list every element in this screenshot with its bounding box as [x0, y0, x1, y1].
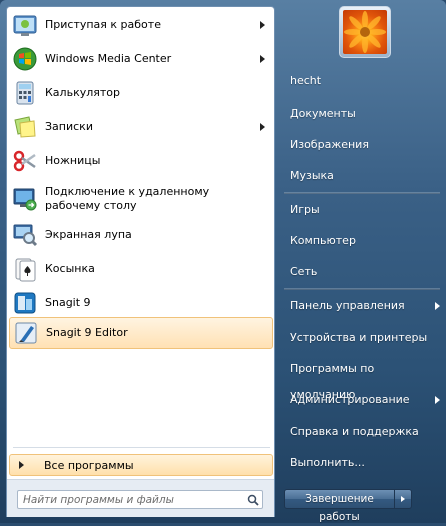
getting-started-icon — [11, 11, 39, 39]
network-link[interactable]: Сеть — [284, 259, 440, 285]
windows-media-center-icon — [11, 45, 39, 73]
submenu-arrow-icon — [260, 123, 265, 131]
search-area — [7, 479, 274, 517]
run-link[interactable]: Выполнить... — [284, 450, 440, 476]
program-label: Snagit 9 Editor — [46, 326, 128, 339]
remote-desktop-icon — [11, 185, 39, 213]
divider — [284, 288, 440, 290]
computer-link[interactable]: Компьютер — [284, 228, 440, 254]
administration-link[interactable]: Администрирование — [284, 387, 440, 413]
program-remote-desktop[interactable]: Подключение к удаленному рабочему столу — [9, 179, 273, 219]
default-programs-link[interactable]: Программы по умолчанию — [284, 356, 440, 401]
submenu-arrow-icon — [260, 55, 265, 63]
arrow-right-icon — [19, 461, 24, 469]
search-box[interactable] — [17, 490, 263, 509]
calculator-icon — [11, 79, 39, 107]
control-panel-label: Панель управления — [290, 299, 405, 312]
search-input[interactable] — [18, 493, 244, 506]
control-panel-link[interactable]: Панель управления — [284, 293, 440, 319]
sticky-notes-icon — [11, 113, 39, 141]
program-label: Ножницы — [45, 154, 101, 167]
scissors-icon — [11, 147, 39, 175]
search-icon[interactable] — [244, 491, 262, 508]
devices-printers-link[interactable]: Устройства и принтеры — [284, 325, 440, 351]
user-avatar[interactable] — [339, 6, 391, 58]
program-calculator[interactable]: Калькулятор — [9, 77, 273, 109]
program-label: Косынка — [45, 262, 95, 275]
program-label: Экранная лупа — [45, 228, 132, 241]
user-name-link[interactable]: hecht — [284, 68, 440, 94]
programs-pane: Приступая к работе Windows Media Center — [6, 6, 275, 517]
program-magnifier[interactable]: Экранная лупа — [9, 219, 273, 251]
divider — [13, 447, 270, 448]
program-getting-started[interactable]: Приступая к работе — [9, 9, 273, 41]
music-link[interactable]: Музыка — [284, 163, 440, 189]
user-picture-flower — [343, 10, 387, 54]
arrow-right-icon — [401, 496, 405, 502]
program-label: Приступая к работе — [45, 18, 161, 31]
magnifier-icon — [11, 221, 39, 249]
program-windows-media-center[interactable]: Windows Media Center — [9, 43, 273, 75]
solitaire-icon — [11, 255, 39, 283]
all-programs-button[interactable]: Все программы — [9, 454, 273, 476]
start-menu: Приступая к работе Windows Media Center — [0, 0, 446, 523]
program-label: Подключение к удаленному рабочему столу — [45, 185, 210, 212]
pictures-link[interactable]: Изображения — [284, 132, 440, 158]
program-sticky-notes[interactable]: Записки — [9, 111, 273, 143]
program-label: Калькулятор — [45, 86, 120, 99]
program-snagit-editor[interactable]: Snagit 9 Editor — [9, 317, 273, 349]
divider — [284, 192, 440, 194]
program-label: Windows Media Center — [45, 52, 172, 65]
submenu-arrow-icon — [260, 21, 265, 29]
program-label: Snagit 9 — [45, 296, 91, 309]
games-link[interactable]: Игры — [284, 197, 440, 223]
all-programs-label: Все программы — [44, 458, 134, 472]
administration-label: Администрирование — [290, 393, 410, 406]
shutdown-options-button[interactable] — [395, 489, 412, 509]
program-snagit[interactable]: Snagit 9 — [9, 287, 273, 319]
submenu-arrow-icon — [435, 396, 440, 404]
program-scissors[interactable]: Ножницы — [9, 145, 273, 177]
program-label: Записки — [45, 120, 93, 133]
snagit-icon — [11, 289, 39, 317]
snagit-editor-icon — [12, 319, 40, 347]
shutdown-button[interactable]: Завершение работы — [284, 489, 395, 523]
help-support-link[interactable]: Справка и поддержка — [284, 419, 440, 445]
submenu-arrow-icon — [435, 302, 440, 310]
documents-link[interactable]: Документы — [284, 101, 440, 127]
program-solitaire[interactable]: Косынка — [9, 253, 273, 285]
